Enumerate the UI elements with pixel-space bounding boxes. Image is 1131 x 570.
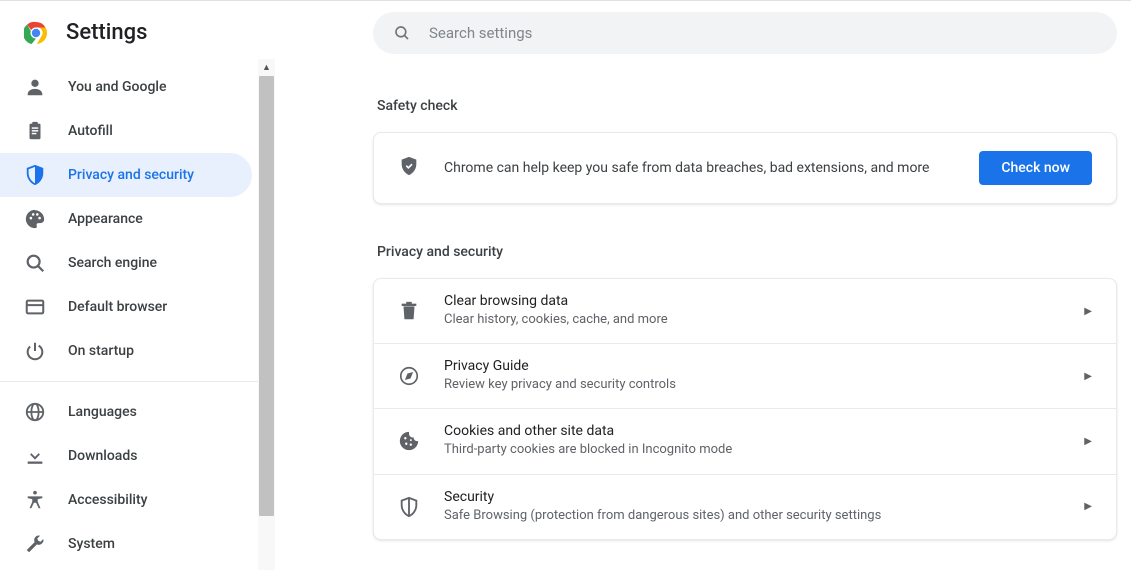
sidebar-item-label: On startup [68,343,134,359]
scroll-thumb[interactable] [259,76,274,516]
check-now-button[interactable]: Check now [979,151,1092,185]
sidebar-item-label: You and Google [68,79,166,95]
row-subtitle: Third-party cookies are blocked in Incog… [444,441,1060,459]
sidebar-item-system[interactable]: System [0,522,252,566]
clipboard-icon [24,120,46,142]
sidebar-item-label: Appearance [68,211,143,227]
privacy-row-privacy-guide[interactable]: Privacy Guide Review key privacy and secu… [374,344,1116,409]
row-title: Security [444,489,1060,505]
header: Settings [0,2,275,59]
row-subtitle: Review key privacy and security controls [444,376,1060,394]
sidebar: You and Google Autofill Privacy and securi… [0,59,275,570]
safety-check-card: Chrome can help keep you safe from data … [373,132,1117,204]
chevron-right-icon: ▶ [1084,436,1092,447]
sidebar-item-downloads[interactable]: Downloads [0,434,252,478]
chevron-right-icon: ▶ [1084,306,1092,317]
search-settings[interactable] [373,12,1117,54]
chevron-right-icon: ▶ [1084,501,1092,512]
accessibility-icon [24,489,46,511]
sidebar-item-label: Search engine [68,255,157,271]
shield-half-icon [24,164,46,186]
shield-outline-icon [398,496,420,518]
page-title: Settings [66,20,147,45]
safety-message: Chrome can help keep you safe from data … [444,160,955,176]
safety-check-heading: Safety check [377,98,1117,114]
sidebar-item-label: Languages [68,404,137,420]
wrench-icon [24,533,46,555]
compass-icon [398,365,420,387]
search-icon [393,24,411,42]
chevron-right-icon: ▶ [1084,371,1092,382]
sidebar-item-label: Autofill [68,123,113,139]
sidebar-divider [0,381,258,382]
sidebar-item-autofill[interactable]: Autofill [0,109,252,153]
palette-icon [24,208,46,230]
sidebar-item-label: Accessibility [68,492,147,508]
sidebar-item-label: Privacy and security [68,167,194,183]
sidebar-scrollbar[interactable]: ▲ [258,59,275,570]
download-icon [24,445,46,467]
sidebar-item-languages[interactable]: Languages [0,390,252,434]
row-title: Privacy Guide [444,358,1060,374]
chrome-logo-icon [24,21,48,45]
trash-icon [398,300,420,322]
sidebar-item-on-startup[interactable]: On startup [0,329,252,373]
sidebar-item-privacy-and-security[interactable]: Privacy and security [0,153,252,197]
sidebar-item-you-and-google[interactable]: You and Google [0,65,252,109]
row-title: Clear browsing data [444,293,1060,309]
sidebar-item-default-browser[interactable]: Default browser [0,285,252,329]
scroll-up-icon[interactable]: ▲ [258,59,275,76]
sidebar-item-label: Default browser [68,299,167,315]
privacy-security-heading: Privacy and security [377,244,1117,260]
window-icon [24,296,46,318]
person-icon [24,76,46,98]
privacy-row-clear-browsing-data[interactable]: Clear browsing data Clear history, cookie… [374,279,1116,344]
search-input[interactable] [429,24,1097,42]
sidebar-item-appearance[interactable]: Appearance [0,197,252,241]
privacy-list-card: Clear browsing data Clear history, cookie… [373,278,1117,540]
row-subtitle: Safe Browsing (protection from dangerous… [444,507,1060,525]
sidebar-item-accessibility[interactable]: Accessibility [0,478,252,522]
sidebar-item-search-engine[interactable]: Search engine [0,241,252,285]
sidebar-item-label: Downloads [68,448,137,464]
privacy-row-security[interactable]: Security Safe Browsing (protection from d… [374,475,1116,539]
row-subtitle: Clear history, cookies, cache, and more [444,311,1060,329]
shield-check-icon [398,155,420,181]
cookie-icon [398,430,420,452]
sidebar-item-label: System [68,536,115,552]
privacy-row-cookies-and-other-site-data[interactable]: Cookies and other site data Third-party c… [374,409,1116,474]
globe-icon [24,401,46,423]
row-title: Cookies and other site data [444,423,1060,439]
search-icon [24,252,46,274]
power-icon [24,340,46,362]
